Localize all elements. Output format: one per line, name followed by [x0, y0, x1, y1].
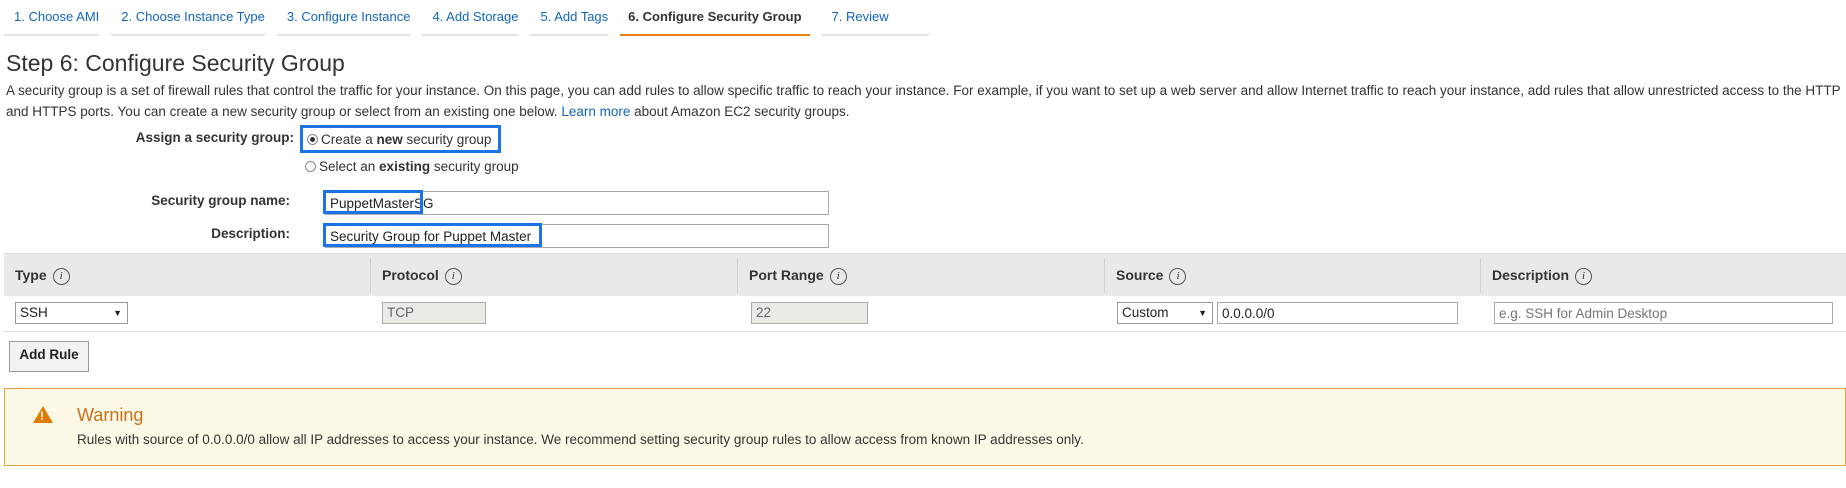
- create-new-group-option[interactable]: Create a new security group: [300, 125, 502, 153]
- header-source: Source i: [1116, 254, 1187, 297]
- warning-icon: !: [33, 406, 53, 423]
- wizard-tabs: 1. Choose AMI 2. Choose Instance Type 3.…: [4, 0, 941, 36]
- header-protocol: Protocol i: [382, 254, 462, 297]
- info-icon[interactable]: i: [829, 267, 847, 285]
- port-range-field: 22: [751, 302, 868, 324]
- select-existing-group-option[interactable]: Select an existing security group: [305, 159, 519, 174]
- info-icon[interactable]: i: [444, 267, 462, 285]
- tab-configure-instance[interactable]: 3. Configure Instance: [276, 0, 411, 36]
- info-icon[interactable]: i: [1575, 267, 1593, 285]
- intro-text: A security group is a set of firewall ru…: [6, 80, 1846, 122]
- tab-choose-instance-type[interactable]: 2. Choose Instance Type: [111, 0, 265, 36]
- source-mode-select[interactable]: Custom ▼: [1117, 302, 1213, 324]
- protocol-field: TCP: [382, 302, 486, 324]
- rule-description-input[interactable]: [1494, 302, 1833, 324]
- column-divider: [737, 258, 738, 293]
- column-divider: [1104, 258, 1105, 293]
- learn-more-link[interactable]: Learn more: [561, 104, 630, 119]
- create-new-radio[interactable]: [307, 133, 318, 145]
- rules-table-header: Type i Protocol i Port Range i Source i Desc…: [4, 253, 1846, 298]
- description-input[interactable]: [325, 224, 829, 248]
- security-group-name-label: Security group name:: [151, 193, 290, 208]
- assign-group-label: Assign a security group:: [135, 130, 294, 145]
- header-description: Description i: [1492, 254, 1593, 297]
- tab-review[interactable]: 7. Review: [821, 0, 929, 36]
- source-cidr-input[interactable]: [1217, 302, 1458, 324]
- chevron-down-icon: ▼: [113, 308, 122, 318]
- tab-add-tags[interactable]: 5. Add Tags: [530, 0, 609, 36]
- create-new-label: Create a new security group: [321, 131, 492, 147]
- select-existing-label: Select an existing security group: [319, 159, 519, 174]
- type-select[interactable]: SSH ▼: [15, 302, 128, 324]
- warning-title: Warning: [77, 405, 144, 425]
- column-divider: [370, 258, 371, 293]
- description-label: Description:: [211, 226, 290, 241]
- warning-text: Rules with source of 0.0.0.0/0 allow all…: [77, 432, 1084, 447]
- intro-part2: about Amazon EC2 security groups.: [634, 104, 850, 119]
- info-icon[interactable]: i: [1169, 267, 1187, 285]
- chevron-down-icon: ▼: [1198, 308, 1207, 318]
- select-existing-radio[interactable]: [305, 161, 316, 172]
- security-group-name-input[interactable]: [325, 191, 829, 215]
- column-divider: [1480, 258, 1481, 293]
- page-title: Step 6: Configure Security Group: [6, 50, 345, 76]
- warning-banner: ! Warning Rules with source of 0.0.0.0/0…: [4, 388, 1846, 466]
- table-row: SSH ▼ TCP 22 Custom ▼: [4, 296, 1846, 332]
- add-rule-button[interactable]: Add Rule: [9, 341, 89, 372]
- intro-part1: A security group is a set of firewall ru…: [6, 83, 1841, 119]
- tab-add-storage[interactable]: 4. Add Storage: [422, 0, 519, 36]
- tab-choose-ami[interactable]: 1. Choose AMI: [4, 0, 100, 36]
- header-type: Type i: [15, 254, 70, 297]
- info-icon[interactable]: i: [52, 267, 70, 285]
- header-port-range: Port Range i: [749, 254, 847, 297]
- tab-configure-security-group[interactable]: 6. Configure Security Group: [620, 0, 810, 36]
